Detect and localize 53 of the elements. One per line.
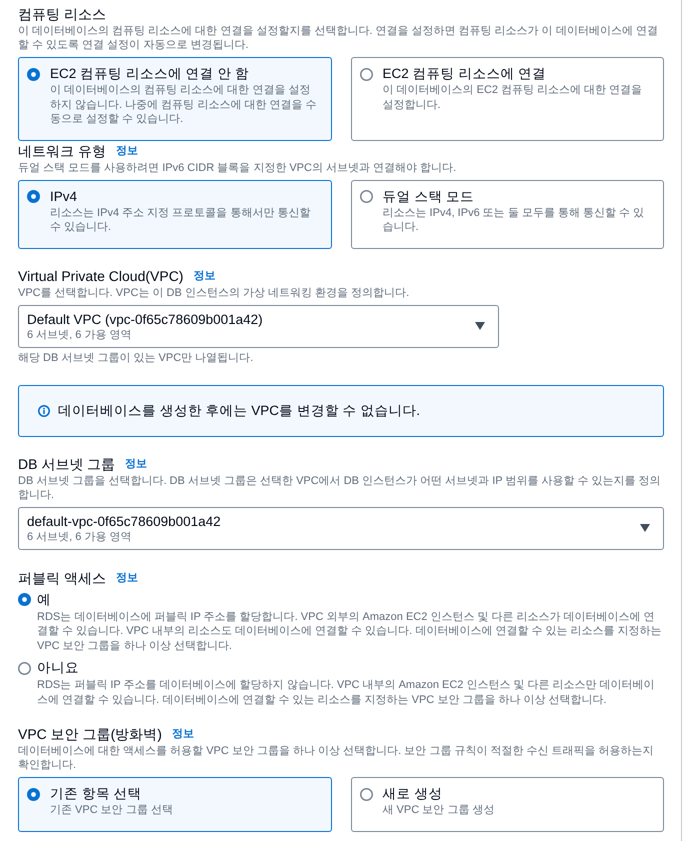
caret-down-icon (475, 322, 485, 330)
section-description: 듀얼 스택 모드를 사용하려면 IPv6 CIDR 블록을 지정한 VPC의 서브넷과 연결해야 합니다. (18, 160, 458, 174)
info-link[interactable]: 정보 (193, 266, 216, 286)
option-label: 기존 항목 선택 (50, 785, 143, 803)
section-description: VPC를 선택합니다. VPC는 이 DB 인스턴스의 가상 네트워킹 환경을 정의합니다. (18, 286, 410, 300)
info-link[interactable]: 정보 (116, 568, 138, 588)
option-description: 리소스는 IPv4, IPv6 또는 둘 모두를 통해 통신할 수 있습니다. (382, 206, 646, 234)
radio-button[interactable] (360, 68, 372, 80)
section-description: 이 데이터베이스의 컴퓨팅 리소스에 대한 연결을 설정할지를 선택합니다. 연결을 설정하면 컴퓨팅 리소스가 이 데이터베이스에 연결할 수 있도록 연결 설정이 자동으로 변경됩니다. (18, 24, 659, 52)
alert-text: 데이터베이스를 생성한 후에는 VPC를 변경할 수 없습니다. (58, 402, 420, 420)
option-tile[interactable]: 새로 생성 새 VPC 보안 그룹 생성 (350, 777, 664, 832)
section-title: 컴퓨팅 리소스 (18, 5, 106, 24)
option-tile[interactable]: EC2 컴퓨팅 리소스에 연결 이 데이터베이스의 EC2 컴퓨팅 리소스에 대한 연결을 설정합니다. (350, 57, 664, 140)
option-description: 새 VPC 보안 그룹 생성 (382, 803, 494, 818)
hint-text: 해당 DB 서브넷 그룹이 있는 VPC만 나열됩니다. (18, 350, 254, 364)
option-label: 아니요 (37, 659, 80, 677)
option-tile[interactable]: 기존 항목 선택 기존 VPC 보안 그룹 선택 (18, 777, 332, 832)
dropdown[interactable]: Default VPC (vpc-0f65c78609b001a42) 6 서브넷, 6 가용 영역 (18, 304, 499, 348)
option-label: 듀얼 스택 모드 (382, 188, 476, 206)
section-description: 데이터베이스에 대한 액세스를 허용할 VPC 보안 그룹을 하나 이상 선택합니다. 보안 그룹 규칙이 적절한 수신 트래픽을 허용하는지 확인합니다. (18, 744, 655, 772)
dropdown[interactable]: default-vpc-0f65c78609b001a42 6 서브넷, 6 가용 영역 (18, 506, 664, 550)
section-title: 네트워크 유형 (18, 142, 106, 160)
section-title: 퍼블릭 액세스 (18, 568, 106, 588)
option-description: 리소스는 IPv4 주소 지정 프로토콜을 통해서만 통신할 수 있습니다. (50, 206, 312, 234)
option-tile[interactable]: 듀얼 스택 모드 리소스는 IPv4, IPv6 또는 둘 모두를 통해 통신할 수 있습니다. (350, 180, 664, 248)
option-description: RDS는 데이터베이스에 퍼블릭 IP 주소를 할당합니다. VPC 외부의 Amazon EC2 인스턴스 및 다른 리소스가 데이터베이스에 연결할 수 있습니다. VPC 내부의 리소스도 데이터베이스에 연결할 수 있습니다. 데이터베이스에 연결할 수 있는 리소스를 지정하는 VPC 보안 그룹을 하나 이상 선택합니다. (37, 610, 663, 653)
section-description: DB 서브넷 그룹을 선택합니다. DB 서브넷 그룹은 선택한 VPC에서 DB 인스턴스가 어떤 서브넷과 IP 범위를 사용할 수 있는지를 정의합니다. (18, 474, 662, 502)
option-tile[interactable]: EC2 컴퓨팅 리소스에 연결 안 함 이 데이터베이스의 컴퓨팅 리소스에 대한 연결을 설정하지 않습니다. 나중에 컴퓨팅 리소스에 대한 연결을 수동으로 설정할 수 있습니다. (18, 57, 332, 140)
info-link[interactable]: 정보 (125, 454, 148, 474)
option-tile[interactable]: IPv4 리소스는 IPv4 주소 지정 프로토콜을 통해서만 통신할 수 있습니다. (18, 180, 332, 248)
radio-button[interactable] (18, 593, 31, 606)
option-label: EC2 컴퓨팅 리소스에 연결 (382, 65, 548, 83)
option-description: 이 데이터베이스의 EC2 컴퓨팅 리소스에 대한 연결을 설정합니다. (382, 83, 644, 112)
option-label: 새로 생성 (382, 785, 444, 803)
caret-down-icon (640, 524, 650, 532)
info-link[interactable]: 정보 (172, 724, 194, 744)
option-label: IPv4 (50, 188, 78, 206)
option-description: 기존 VPC 보안 그룹 선택 (50, 803, 173, 818)
option-label: EC2 컴퓨팅 리소스에 연결 안 함 (50, 65, 250, 83)
option-description: RDS는 퍼블릭 IP 주소를 데이터베이스에 할당하지 않습니다. VPC 내부의 Amazon EC2 인스턴스 및 다른 리소스만 데이터베이스에 연결할 수 있습니다. 데이터베이스에 연결할 수 있는 리소스를 지정하는 VPC 보안 그룹을 하나 이상 선택합니다. (37, 678, 656, 707)
info-icon (38, 404, 50, 416)
section-title: VPC 보안 그룹(방화벽) (18, 725, 162, 744)
option-description: 이 데이터베이스의 컴퓨팅 리소스에 대한 연결을 설정하지 않습니다. 나중에 컴퓨팅 리소스에 대한 연결을 수동으로 설정할 수 있습니다. (50, 83, 316, 126)
radio-button[interactable] (360, 190, 372, 203)
radio-button[interactable] (27, 68, 40, 80)
info-link[interactable]: 정보 (116, 140, 138, 160)
section-title: Virtual Private Cloud(VPC) (18, 266, 184, 286)
radio-button[interactable] (18, 662, 31, 674)
radio-button[interactable] (27, 788, 40, 800)
option-label: 예 (37, 590, 52, 608)
radio-button[interactable] (27, 190, 40, 203)
radio-button[interactable] (360, 788, 372, 800)
section-title: DB 서브넷 그룹 (18, 454, 116, 474)
